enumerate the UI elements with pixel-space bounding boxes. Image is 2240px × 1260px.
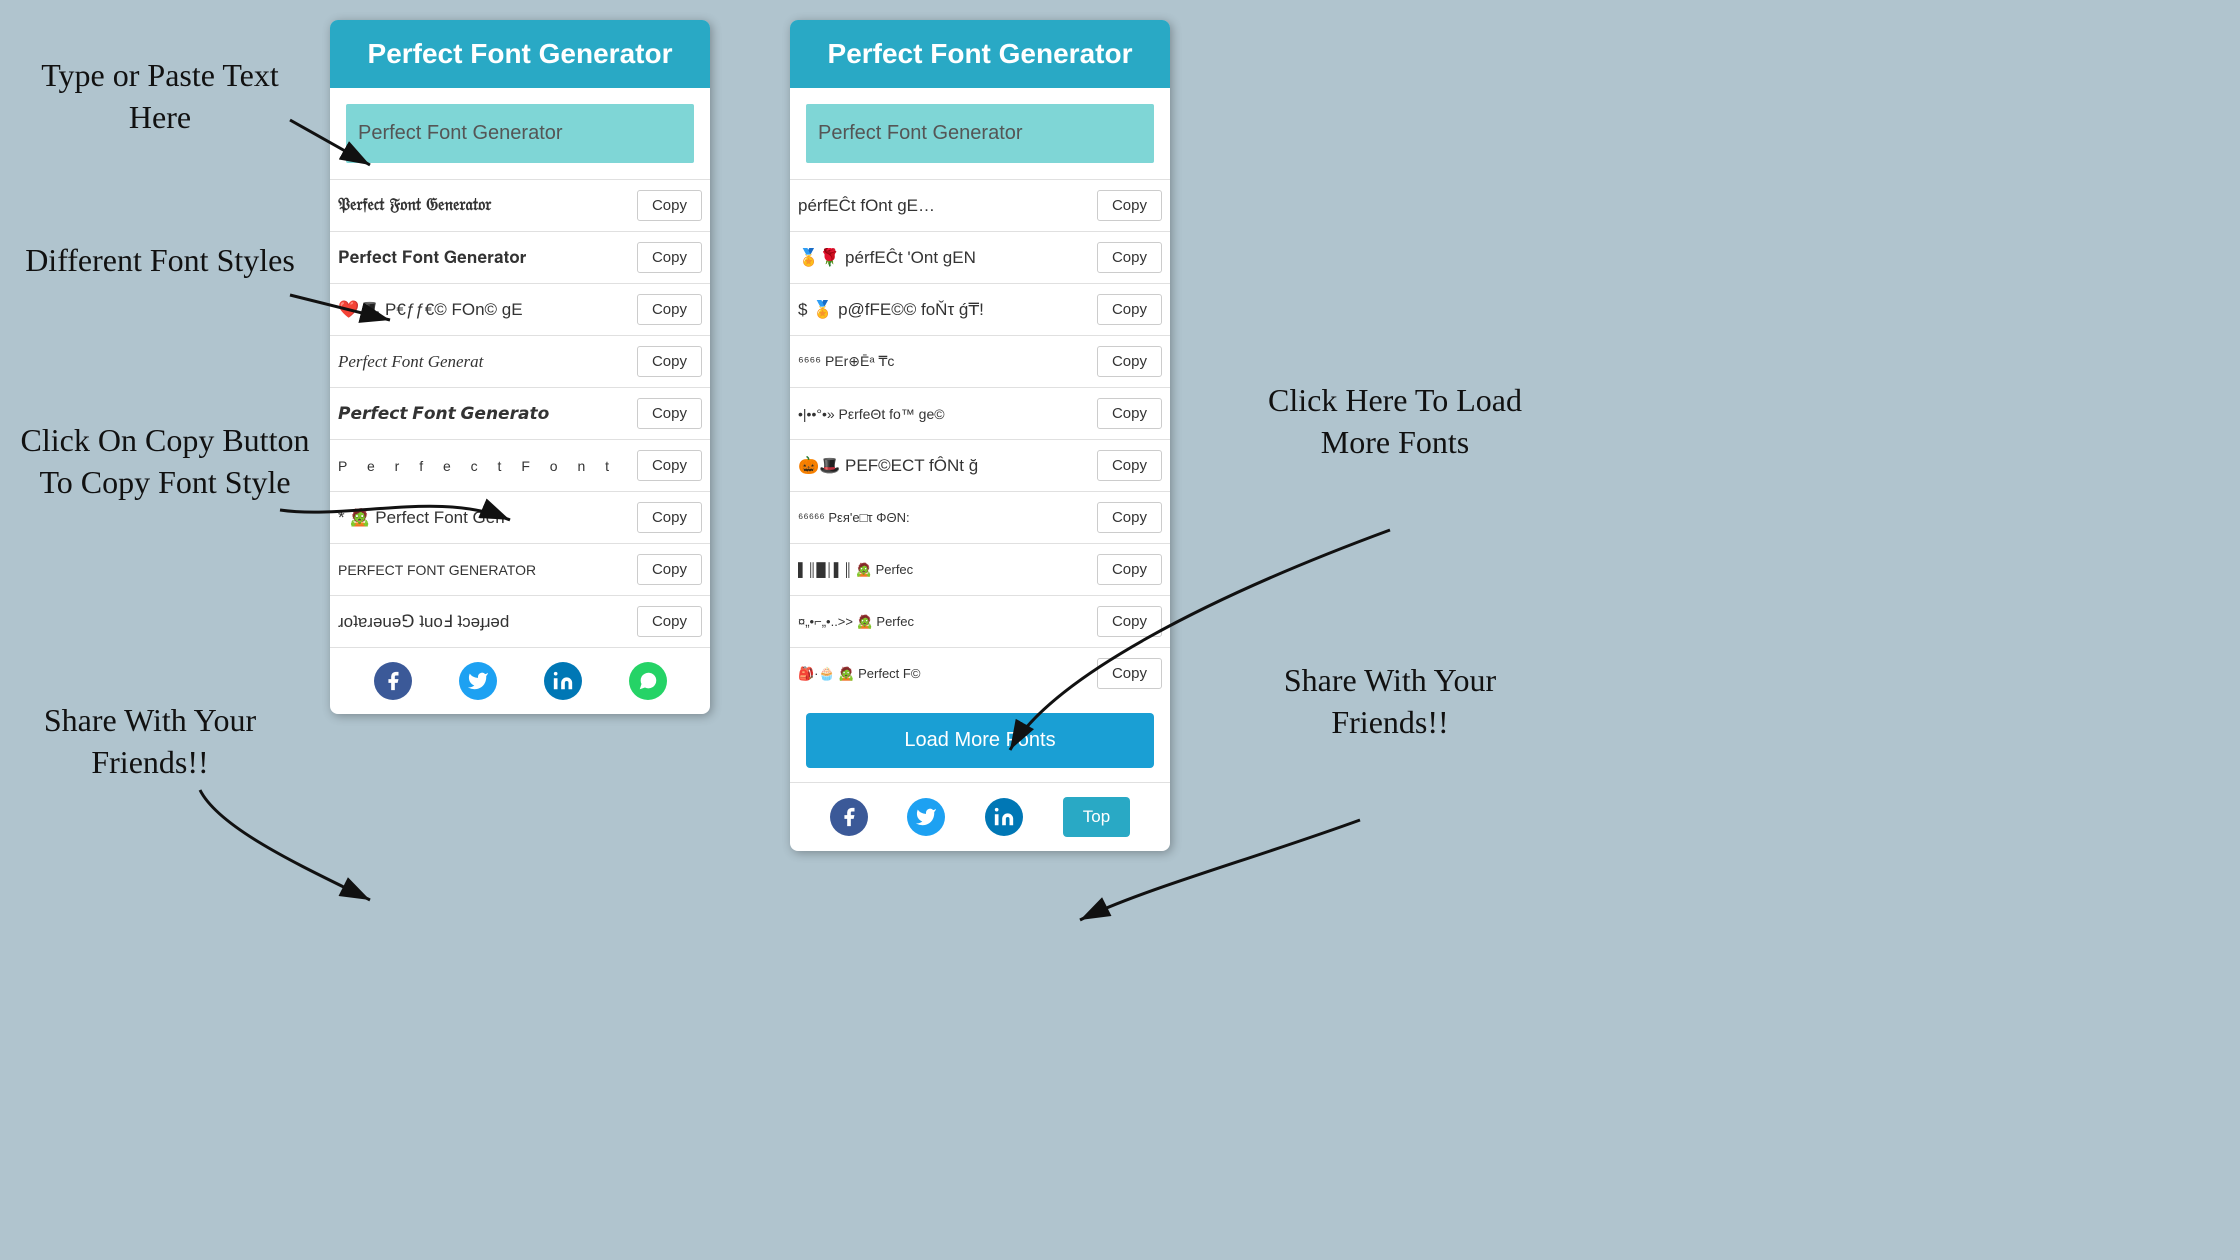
- copy-button-p9[interactable]: Copy: [1097, 658, 1162, 689]
- linkedin-share-button[interactable]: [544, 662, 582, 700]
- font-text-p1: 🏅🌹 pérfEĈt 'Ont gEN: [798, 248, 1097, 268]
- font-text-p5: 🎃🎩 ΡΕF©ΕCΤ fÔNt ğ: [798, 456, 1097, 476]
- font-row-p7: ▌║█│▌║ 🧟 Perfec Copy: [790, 543, 1170, 595]
- font-text-fraktur: 𝔓𝔢𝔯𝔣𝔢𝔠𝔱 𝔉𝔬𝔫𝔱 𝔊𝔢𝔫𝔢𝔯𝔞𝔱𝔬𝔯: [338, 196, 637, 215]
- font-row-p8: ¤„•⌐„•..>> 🧟 Perfec Copy: [790, 595, 1170, 647]
- font-text-p9: 🎒·🧁 🧟 Perfect F©: [798, 666, 1097, 682]
- copy-button-7[interactable]: Copy: [637, 502, 702, 533]
- annotation-share-right: Share With Your Friends!!: [1250, 660, 1530, 743]
- copy-button-p0[interactable]: Copy: [1097, 190, 1162, 221]
- font-row-8: PERFECT FONT GENERATOR Copy: [330, 543, 710, 595]
- copy-button-4[interactable]: Copy: [637, 346, 702, 377]
- copy-button-9[interactable]: Copy: [637, 606, 702, 637]
- phone2-social-bar: Top: [790, 782, 1170, 851]
- font-row-4: Perfect Font Generat Copy: [330, 335, 710, 387]
- copy-button-3[interactable]: Copy: [637, 294, 702, 325]
- font-row-7: * 🧟 Perfect Font Gen Copy: [330, 491, 710, 543]
- annotation-share-left: Share With Your Friends!!: [20, 700, 280, 783]
- annotation-click-copy: Click On Copy Button To Copy Font Style: [20, 420, 310, 503]
- whatsapp-share-button[interactable]: [629, 662, 667, 700]
- phone2-text-input[interactable]: [806, 104, 1154, 163]
- font-text-p4: •|••°•» PεrfeΘt fo™ ge©: [798, 406, 1097, 422]
- font-text-p8: ¤„•⌐„•..>> 🧟 Perfec: [798, 614, 1097, 630]
- font-row-p4: •|••°•» PεrfeΘt fo™ ge© Copy: [790, 387, 1170, 439]
- facebook-share-button[interactable]: [374, 662, 412, 700]
- copy-button-p7[interactable]: Copy: [1097, 554, 1162, 585]
- copy-button-6[interactable]: Copy: [637, 450, 702, 481]
- copy-button-p5[interactable]: Copy: [1097, 450, 1162, 481]
- font-text-p7: ▌║█│▌║ 🧟 Perfec: [798, 562, 1097, 578]
- phone-1: Perfect Font Generator 𝔓𝔢𝔯𝔣𝔢𝔠𝔱 𝔉𝔬𝔫𝔱 𝔊𝔢𝔫𝔢…: [330, 20, 710, 714]
- font-row-6: P e r f e c t F o n t Copy: [330, 439, 710, 491]
- copy-button-1[interactable]: Copy: [637, 190, 702, 221]
- font-row-p5: 🎃🎩 ΡΕF©ΕCΤ fÔNt ğ Copy: [790, 439, 1170, 491]
- copy-button-p1[interactable]: Copy: [1097, 242, 1162, 273]
- font-row-p6: ⁶⁶⁶⁶⁶ Ρεя'е□τ ΦΘΝ: Copy: [790, 491, 1170, 543]
- copy-button-p2[interactable]: Copy: [1097, 294, 1162, 325]
- font-text-bold-italic: 𝙋𝙚𝙧𝙛𝙚𝙘𝙩 𝙁𝙤𝙣𝙩 𝙂𝙚𝙣𝙚𝙧𝙖𝙩𝙤: [338, 404, 637, 424]
- annotation-different-fonts: Different Font Styles: [20, 240, 300, 282]
- font-row-2: 𝐏𝐞𝐫𝐟𝐞𝐜𝐭 𝐅𝐨𝐧𝐭 𝐆𝐞𝐧𝐞𝐫𝐚𝐭𝐨𝐫 Copy: [330, 231, 710, 283]
- copy-button-p4[interactable]: Copy: [1097, 398, 1162, 429]
- top-button[interactable]: Top: [1063, 797, 1130, 837]
- font-row-1: 𝔓𝔢𝔯𝔣𝔢𝔠𝔱 𝔉𝔬𝔫𝔱 𝔊𝔢𝔫𝔢𝔯𝔞𝔱𝔬𝔯 Copy: [330, 179, 710, 231]
- font-text-emoji2: * 🧟 Perfect Font Gen: [338, 508, 637, 528]
- phone1-social-bar: [330, 647, 710, 714]
- phone1-title: Perfect Font Generator: [346, 38, 694, 70]
- font-text-p6: ⁶⁶⁶⁶⁶ Ρεя'е□τ ΦΘΝ:: [798, 510, 1097, 525]
- font-text-p3: ⁶⁶⁶⁶ ΡΕr⊕Ēᵃ ₸c: [798, 353, 1097, 370]
- copy-button-2[interactable]: Copy: [637, 242, 702, 273]
- font-text-bold: 𝐏𝐞𝐫𝐟𝐞𝐜𝐭 𝐅𝐨𝐧𝐭 𝐆𝐞𝐧𝐞𝐫𝐚𝐭𝐨𝐫: [338, 248, 637, 268]
- phone2-header: Perfect Font Generator: [790, 20, 1170, 88]
- phone1-text-input[interactable]: [346, 104, 694, 163]
- font-text-upper: PERFECT FONT GENERATOR: [338, 562, 637, 578]
- font-text-spaced: P e r f e c t F o n t: [338, 458, 637, 474]
- font-text-partial: pérfEĈt fOnt gE…: [798, 196, 1097, 216]
- twitter-share-button[interactable]: [459, 662, 497, 700]
- load-more-button[interactable]: Load More Fonts: [806, 713, 1154, 768]
- font-row-9: ɹoʇɐɹǝuǝ⅁ ʇuoℲ ʇɔǝɟɹǝd Copy: [330, 595, 710, 647]
- copy-button-p8[interactable]: Copy: [1097, 606, 1162, 637]
- font-row-5: 𝙋𝙚𝙧𝙛𝙚𝙘𝙩 𝙁𝙤𝙣𝙩 𝙂𝙚𝙣𝙚𝙧𝙖𝙩𝙤 Copy: [330, 387, 710, 439]
- copy-button-p6[interactable]: Copy: [1097, 502, 1162, 533]
- copy-button-5[interactable]: Copy: [637, 398, 702, 429]
- font-row-p0: pérfEĈt fOnt gE… Copy: [790, 179, 1170, 231]
- copy-button-p3[interactable]: Copy: [1097, 346, 1162, 377]
- copy-button-8[interactable]: Copy: [637, 554, 702, 585]
- phone2-linkedin-button[interactable]: [985, 798, 1023, 836]
- font-row-p3: ⁶⁶⁶⁶ ΡΕr⊕Ēᵃ ₸c Copy: [790, 335, 1170, 387]
- font-text-reversed: ɹoʇɐɹǝuǝ⅁ ʇuoℲ ʇɔǝɟɹǝd: [338, 612, 637, 632]
- phone2-title: Perfect Font Generator: [806, 38, 1154, 70]
- font-text-emoji1: ❤️🎩 P€ƒƒ€© FOn© gE: [338, 300, 637, 320]
- annotation-type-paste: Type or Paste Text Here: [20, 55, 300, 138]
- phone2-twitter-button[interactable]: [907, 798, 945, 836]
- phone2-facebook-button[interactable]: [830, 798, 868, 836]
- font-row-p9: 🎒·🧁 🧟 Perfect F© Copy: [790, 647, 1170, 699]
- font-row-p1: 🏅🌹 pérfEĈt 'Ont gEN Copy: [790, 231, 1170, 283]
- font-row-3: ❤️🎩 P€ƒƒ€© FOn© gE Copy: [330, 283, 710, 335]
- phone-2: Perfect Font Generator pérfEĈt fOnt gE… …: [790, 20, 1170, 851]
- font-text-italic: Perfect Font Generat: [338, 352, 637, 372]
- annotation-load-more: Click Here To Load More Fonts: [1240, 380, 1550, 463]
- font-row-p2: $ 🏅 p@fFE©© foŇτ ǵ₸! Copy: [790, 283, 1170, 335]
- phone1-header: Perfect Font Generator: [330, 20, 710, 88]
- font-text-p2: $ 🏅 p@fFE©© foŇτ ǵ₸!: [798, 300, 1097, 320]
